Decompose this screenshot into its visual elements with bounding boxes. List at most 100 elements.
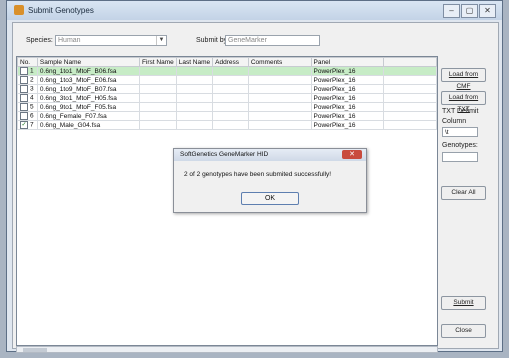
row-number[interactable]: 6 [17, 111, 38, 121]
extra-cell[interactable] [383, 93, 437, 103]
table-row[interactable]: ✓ 7 0.6ng_Male_G04.fsa PowerPlex_16 [17, 120, 437, 130]
address-cell[interactable] [212, 84, 249, 94]
sample-name-cell[interactable]: 0.6ng_1to3_MtoF_E06.fsa [36, 75, 140, 85]
panel-cell[interactable]: PowerPlex_16 [310, 84, 385, 94]
row-number[interactable]: 5 [17, 102, 38, 112]
col-comments[interactable]: Comments [247, 57, 312, 67]
last-name-cell[interactable] [175, 111, 214, 121]
panel-cell[interactable]: PowerPlex_16 [310, 93, 385, 103]
col-last-name[interactable]: Last Name [175, 57, 214, 67]
extra-cell[interactable] [383, 102, 437, 112]
column-delimiter-input[interactable]: \t [442, 127, 478, 137]
first-name-cell[interactable] [138, 66, 177, 76]
extra-cell[interactable] [383, 75, 437, 85]
comments-cell[interactable] [247, 102, 312, 112]
col-panel[interactable]: Panel [310, 57, 385, 67]
col-sample-name[interactable]: Sample Name [36, 57, 140, 67]
submit-by-field[interactable]: GeneMarker [225, 35, 320, 46]
table-row[interactable]: 3 0.6ng_1to9_MtoF_B07.fsa PowerPlex_16 [17, 84, 437, 94]
col-address[interactable]: Address [212, 57, 249, 67]
row-number[interactable]: 2 [17, 75, 38, 85]
last-name-cell[interactable] [175, 120, 214, 130]
comments-cell[interactable] [247, 120, 312, 130]
load-from-txt-button[interactable]: Load from TXT [441, 91, 486, 113]
sample-name-cell[interactable]: 0.6ng_3to1_MtoF_H05.fsa [36, 93, 140, 103]
sample-name-cell[interactable]: 0.6ng_Female_F07.fsa [36, 111, 140, 121]
address-cell[interactable] [212, 111, 249, 121]
chevron-down-icon[interactable]: ▼ [156, 36, 166, 45]
panel-cell[interactable]: PowerPlex_16 [310, 120, 385, 130]
row-checkbox[interactable] [20, 76, 28, 84]
close-window-button[interactable]: ✕ [479, 4, 496, 18]
address-cell[interactable] [212, 66, 249, 76]
extra-cell[interactable] [383, 120, 437, 130]
first-name-cell[interactable] [138, 111, 177, 121]
comments-cell[interactable] [247, 93, 312, 103]
row-checkbox[interactable] [20, 85, 28, 93]
sample-name-cell[interactable]: 0.6ng_1to1_MtoF_B06.fsa [36, 66, 140, 76]
success-dialog: SoftGenetics GeneMarker HID ✕ 2 of 2 gen… [173, 148, 367, 213]
extra-cell[interactable] [383, 66, 437, 76]
species-dropdown[interactable]: Human ▼ [55, 35, 167, 46]
dialog-close-button[interactable]: ✕ [342, 150, 362, 159]
col-extra[interactable] [383, 57, 437, 67]
first-name-cell[interactable] [138, 75, 177, 85]
address-cell[interactable] [212, 75, 249, 85]
row-number[interactable]: 3 [17, 84, 38, 94]
load-from-cmf-button[interactable]: Load from CMF [441, 68, 486, 90]
extra-cell[interactable] [383, 84, 437, 94]
comments-cell[interactable] [247, 84, 312, 94]
first-name-cell[interactable] [138, 102, 177, 112]
address-cell[interactable] [212, 102, 249, 112]
table-row[interactable]: 6 0.6ng_Female_F07.fsa PowerPlex_16 [17, 111, 437, 121]
panel-cell[interactable]: PowerPlex_16 [310, 75, 385, 85]
clear-all-button[interactable]: Clear All [441, 186, 486, 200]
panel-cell[interactable]: PowerPlex_16 [310, 102, 385, 112]
scroll-thumb[interactable] [23, 348, 47, 352]
row-checkbox[interactable] [20, 94, 28, 102]
address-cell[interactable] [212, 120, 249, 130]
last-name-cell[interactable] [175, 75, 214, 85]
last-name-cell[interactable] [175, 66, 214, 76]
sample-name-cell[interactable]: 0.6ng_1to9_MtoF_B07.fsa [36, 84, 140, 94]
title-bar[interactable]: Submit Genotypes ‒ ▢ ✕ [7, 1, 502, 20]
sample-name-cell[interactable]: 0.6ng_9to1_MtoF_F05.fsa [36, 102, 140, 112]
row-checkbox[interactable] [20, 67, 28, 75]
table-row[interactable]: 1 0.6ng_1to1_MtoF_B06.fsa PowerPlex_16 [17, 66, 437, 76]
panel-cell[interactable]: PowerPlex_16 [310, 111, 385, 121]
extra-cell[interactable] [383, 111, 437, 121]
row-number[interactable]: 4 [17, 93, 38, 103]
col-first-name[interactable]: First Name [138, 57, 177, 67]
first-name-cell[interactable] [138, 93, 177, 103]
row-number[interactable]: 1 [17, 66, 38, 76]
panel-cell[interactable]: PowerPlex_16 [310, 66, 385, 76]
horizontal-scrollbar[interactable] [16, 346, 438, 353]
window-title: Submit Genotypes [28, 6, 94, 15]
empty-row [17, 217, 437, 226]
table-row[interactable]: 5 0.6ng_9to1_MtoF_F05.fsa PowerPlex_16 [17, 102, 437, 112]
first-name-cell[interactable] [138, 120, 177, 130]
dialog-title-bar[interactable]: SoftGenetics GeneMarker HID ✕ [174, 149, 366, 161]
last-name-cell[interactable] [175, 93, 214, 103]
comments-cell[interactable] [247, 111, 312, 121]
col-no[interactable]: No. [17, 57, 38, 67]
comments-cell[interactable] [247, 66, 312, 76]
first-name-cell[interactable] [138, 84, 177, 94]
comments-cell[interactable] [247, 75, 312, 85]
genotypes-input[interactable] [442, 152, 478, 162]
last-name-cell[interactable] [175, 102, 214, 112]
ok-button[interactable]: OK [241, 192, 299, 205]
minimize-button[interactable]: ‒ [443, 4, 460, 18]
last-name-cell[interactable] [175, 84, 214, 94]
submit-button[interactable]: Submit [441, 296, 486, 310]
close-button[interactable]: Close [441, 324, 486, 338]
address-cell[interactable] [212, 93, 249, 103]
row-checkbox[interactable]: ✓ [20, 121, 28, 129]
row-checkbox[interactable] [20, 112, 28, 120]
row-number[interactable]: ✓ 7 [17, 120, 38, 130]
table-row[interactable]: 2 0.6ng_1to3_MtoF_E06.fsa PowerPlex_16 [17, 75, 437, 85]
maximize-button[interactable]: ▢ [461, 4, 478, 18]
table-row[interactable]: 4 0.6ng_3to1_MtoF_H05.fsa PowerPlex_16 [17, 93, 437, 103]
row-checkbox[interactable] [20, 103, 28, 111]
sample-name-cell[interactable]: 0.6ng_Male_G04.fsa [36, 120, 140, 130]
